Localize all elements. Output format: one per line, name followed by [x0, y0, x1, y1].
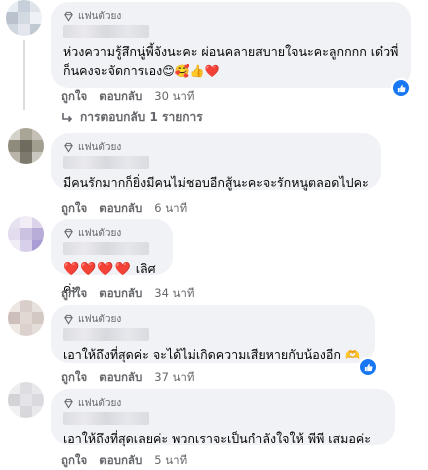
timestamp[interactable]: 34 นาที: [154, 285, 194, 303]
badge-label: แฟนตัวยง: [78, 10, 122, 22]
view-replies-link[interactable]: การตอบกลับ 1 รายการ: [60, 108, 203, 127]
like-button[interactable]: ถูกใจ: [61, 200, 87, 218]
avatar[interactable]: [8, 300, 44, 336]
top-fan-badge: แฟนตัวยง: [63, 312, 363, 326]
commenter-name-blurred[interactable]: [63, 25, 149, 38]
commenter-name-blurred[interactable]: [63, 412, 149, 425]
replies-label: การตอบกลับ 1 รายการ: [80, 110, 203, 124]
badge-label: แฟนตัวยง: [78, 227, 122, 239]
like-reaction-icon[interactable]: [391, 78, 411, 98]
thread-line: [23, 40, 25, 110]
comment-bubble: แฟนตัวยง ห่วงความรู้สึกนู่พี้จังนะคะ ผ่อ…: [51, 2, 411, 88]
like-button[interactable]: ถูกใจ: [61, 452, 87, 470]
reply-button[interactable]: ตอบกลับ: [99, 369, 142, 387]
commenter-name-blurred[interactable]: [63, 328, 149, 341]
comment-text: ห่วงความรู้สึกนู่พี้จังนะคะ ผ่อนคลายสบาย…: [63, 44, 399, 78]
emoji: 🫶: [344, 348, 360, 362]
avatar[interactable]: [8, 128, 44, 164]
timestamp[interactable]: 30 นาที: [154, 88, 194, 106]
like-button[interactable]: ถูกใจ: [61, 369, 87, 387]
comment-actions: ถูกใจ ตอบกลับ 5 นาที: [61, 452, 187, 470]
emoji: 😊🥰👍❤️: [162, 64, 220, 78]
reply-button[interactable]: ตอบกลับ: [99, 200, 142, 218]
comment-text: เอาให้ถึงที่สุดค่ะ จะได้ไม่เกิดความเสียห…: [63, 347, 360, 362]
reply-arrow-icon: [62, 112, 73, 122]
comment-text: มีคนรักมากก็ยิ่งมีคนไม่ชอบอีกสู้นะคะจะรั…: [63, 175, 369, 190]
diamond-icon: [64, 11, 73, 22]
diamond-icon: [64, 228, 73, 239]
diamond-icon: [64, 314, 73, 325]
comment-bubble: แฟนตัวยง มีคนรักมากก็ยิ่งมีคนไม่ชอบอีกสู…: [51, 133, 381, 190]
heart-emojis: ❤️❤️❤️❤️: [63, 262, 132, 277]
comment-actions: ถูกใจ ตอบกลับ 34 นาที: [61, 285, 194, 303]
reply-button[interactable]: ตอบกลับ: [99, 88, 142, 106]
comment-text: เอาให้ถึงที่สุดเลยค่ะ พวกเราจะเป็นกำลังใ…: [63, 431, 372, 446]
reply-button[interactable]: ตอบกลับ: [99, 285, 142, 303]
like-button[interactable]: ถูกใจ: [61, 285, 87, 303]
reply-button[interactable]: ตอบกลับ: [99, 452, 142, 470]
badge-label: แฟนตัวยง: [78, 397, 122, 409]
timestamp[interactable]: 37 นาที: [154, 369, 194, 387]
avatar[interactable]: [8, 216, 44, 252]
commenter-name-blurred[interactable]: [63, 156, 149, 169]
comment-actions: ถูกใจ ตอบกลับ 37 นาที: [61, 369, 194, 387]
badge-label: แฟนตัวยง: [78, 313, 122, 325]
timestamp[interactable]: 6 นาที: [154, 200, 187, 218]
comment-bubble: แฟนตัวยง เอาให้ถึงที่สุดเลยค่ะ พวกเราจะเ…: [51, 389, 395, 446]
top-fan-badge: แฟนตัวยง: [63, 140, 369, 154]
comment-actions: ถูกใจ ตอบกลับ 6 นาที: [61, 200, 187, 218]
top-fan-badge: แฟนตัวยง: [63, 226, 161, 240]
comment-bubble: แฟนตัวยง เอาให้ถึงที่สุดค่ะ จะได้ไม่เกิด…: [51, 305, 375, 363]
avatar[interactable]: [8, 382, 44, 418]
top-fan-badge: แฟนตัวยง: [63, 9, 399, 23]
top-fan-badge: แฟนตัวยง: [63, 396, 383, 410]
comment-actions: ถูกใจ ตอบกลับ 30 นาที: [61, 88, 194, 106]
like-reaction-icon[interactable]: [358, 357, 378, 377]
like-button[interactable]: ถูกใจ: [61, 88, 87, 106]
diamond-icon: [64, 142, 73, 153]
commenter-name-blurred[interactable]: [63, 242, 149, 255]
diamond-icon: [64, 398, 73, 409]
comment-bubble: แฟนตัวยง ❤️❤️❤️❤️ เลิศค่ะ: [51, 219, 173, 296]
timestamp[interactable]: 5 นาที: [154, 452, 187, 470]
badge-label: แฟนตัวยง: [78, 141, 122, 153]
avatar[interactable]: [6, 0, 42, 36]
